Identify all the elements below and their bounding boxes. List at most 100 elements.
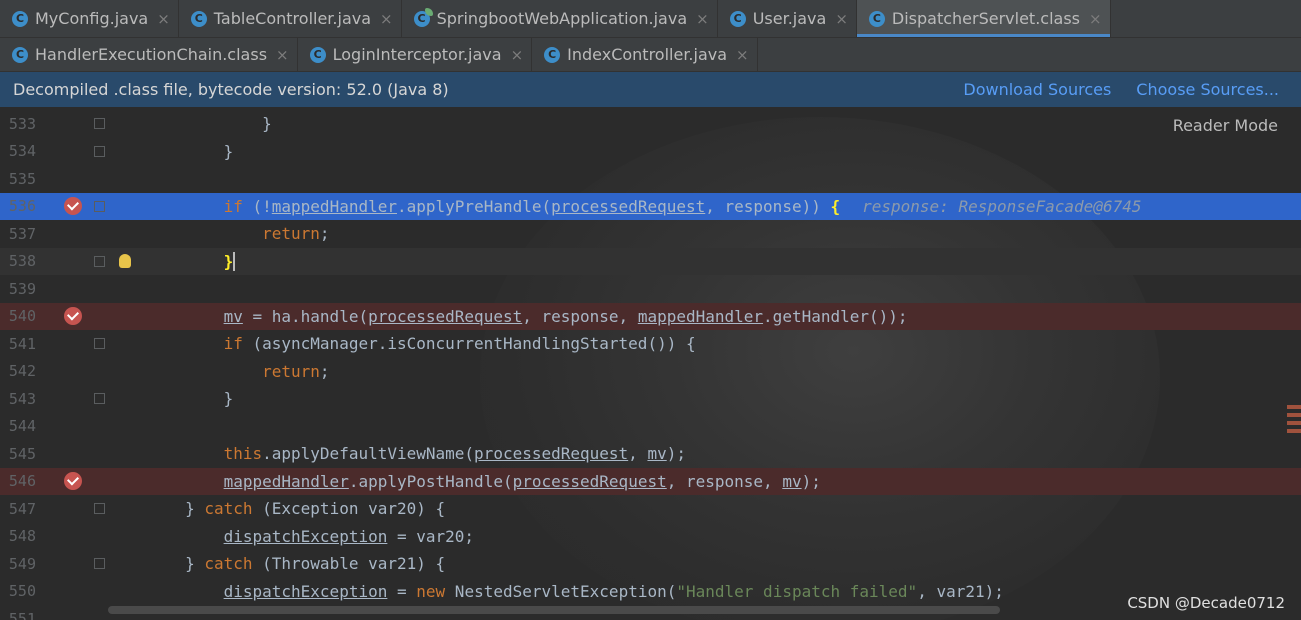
tab-dispatcherservlet[interactable]: C DispatcherServlet.class × [856, 0, 1111, 37]
line-number: 539 [8, 279, 36, 298]
code-text: return; [262, 224, 330, 244]
code-text: mv = ha.handle(processedRequest, respons… [223, 306, 908, 326]
scroll-marker[interactable] [1287, 405, 1301, 409]
close-icon[interactable]: × [380, 10, 393, 28]
fold-icon[interactable] [94, 200, 105, 212]
code-line: 550 dispatchException = new NestedServle… [0, 578, 1301, 606]
code-text: return; [262, 361, 330, 381]
fold-icon[interactable] [94, 255, 105, 267]
line-number: 551 [8, 609, 36, 620]
code-line-breakpoint: 546 mappedHandler.applyPostHandle(proces… [0, 467, 1301, 495]
code-text: } [108, 389, 234, 409]
class-icon: C [309, 46, 326, 63]
line-number: 543 [8, 389, 36, 408]
scroll-marker[interactable] [1287, 413, 1301, 417]
spring-class-icon: C [413, 7, 433, 27]
scroll-marker[interactable] [1287, 421, 1301, 425]
tab-logininterceptor[interactable]: C LoginInterceptor.java × [298, 38, 533, 71]
class-icon: C [12, 46, 28, 63]
code-text: dispatchException = var20; [223, 526, 475, 546]
tab-user[interactable]: C User.java × [718, 0, 857, 37]
code-line: 537 return; [0, 220, 1301, 248]
fold-icon[interactable] [94, 118, 105, 130]
close-icon[interactable]: × [511, 46, 524, 64]
tab-tablecontroller[interactable]: C TableController.java × [179, 0, 402, 37]
tab-label: TableController.java [213, 9, 372, 28]
tab-myconfig[interactable]: C MyConfig.java × [0, 0, 179, 37]
code-line: 539 [0, 275, 1301, 303]
line-number: 533 [8, 114, 36, 133]
line-number: 538 [8, 252, 36, 271]
breakpoint-icon[interactable] [64, 307, 82, 326]
line-number: 535 [8, 169, 36, 188]
reader-mode-toggle[interactable]: Reader Mode [1173, 116, 1278, 135]
code-line-current: 538 } [0, 247, 1301, 275]
code-line: 549 } catch (Throwable var21) { [0, 550, 1301, 578]
fold-icon[interactable] [94, 145, 105, 157]
code-text: } [108, 114, 272, 134]
tab-springbootwebapplication[interactable]: C SpringbootWebApplication.java × [402, 0, 718, 37]
code-text: } catch (Throwable var21) { [108, 554, 446, 574]
tab-label: MyConfig.java [35, 9, 149, 28]
code-editor[interactable]: 533 } 534 } 535 536 if (!mappedHandler.a… [0, 107, 1301, 620]
tab-handlerexecutionchain[interactable]: C HandlerExecutionChain.class × [0, 38, 298, 71]
close-icon[interactable]: × [696, 10, 709, 28]
code-line: 547 } catch (Exception var20) { [0, 495, 1301, 523]
fold-icon[interactable] [94, 503, 105, 515]
editor-tabs-row-2: C HandlerExecutionChain.class × C LoginI… [0, 38, 1301, 72]
line-number: 541 [8, 334, 36, 353]
line-number: 536 [8, 197, 36, 216]
download-sources-link[interactable]: Download Sources [963, 80, 1111, 99]
code-line-breakpoint: 540 mv = ha.handle(processedRequest, res… [0, 302, 1301, 330]
watermark: CSDN @Decade0712 [1127, 594, 1285, 612]
fold-icon[interactable] [94, 558, 105, 570]
class-icon: C [190, 10, 207, 27]
line-number: 548 [8, 527, 36, 546]
tab-label: User.java [752, 9, 827, 28]
line-number: 542 [8, 362, 36, 381]
close-icon[interactable]: × [736, 46, 749, 64]
tab-label: HandlerExecutionChain.class [35, 45, 268, 64]
class-icon: C [544, 46, 561, 63]
scroll-marker[interactable] [1287, 429, 1301, 433]
code-text: mappedHandler.applyPostHandle(processedR… [223, 471, 821, 491]
code-line: 543 } [0, 385, 1301, 413]
line-number: 537 [8, 224, 36, 243]
close-icon[interactable]: × [835, 10, 848, 28]
close-icon[interactable]: × [157, 10, 170, 28]
inline-debug-hint: response: ResponseFacade@6745 [862, 196, 1142, 216]
banner-text: Decompiled .class file, bytecode version… [13, 80, 449, 99]
fold-icon[interactable] [94, 338, 105, 350]
code-line: 533 } [0, 110, 1301, 138]
close-icon[interactable]: × [1089, 10, 1102, 28]
code-line: 541 if (asyncManager.isConcurrentHandlin… [0, 330, 1301, 358]
line-number: 546 [8, 472, 36, 491]
line-number: 549 [8, 554, 36, 573]
horizontal-scrollbar[interactable] [108, 606, 1000, 614]
code-line: 545 this.applyDefaultViewName(processedR… [0, 440, 1301, 468]
line-number: 550 [8, 582, 36, 601]
class-icon: C [12, 10, 28, 27]
tab-label: IndexController.java [567, 45, 728, 64]
line-number: 544 [8, 417, 36, 436]
breakpoint-icon[interactable] [64, 197, 82, 216]
tab-label: DispatcherServlet.class [891, 9, 1080, 28]
tab-label: SpringbootWebApplication.java [436, 9, 688, 28]
fold-icon[interactable] [94, 393, 105, 405]
code-text: if (!mappedHandler.applyPreHandle(proces… [223, 196, 1142, 216]
line-number: 540 [8, 307, 36, 326]
class-icon: C [729, 10, 746, 27]
tab-indexcontroller[interactable]: C IndexController.java × [532, 38, 758, 71]
code-line: 534 } [0, 138, 1301, 166]
choose-sources-link[interactable]: Choose Sources... [1136, 80, 1279, 99]
code-line: 542 return; [0, 358, 1301, 386]
breakpoint-icon[interactable] [64, 472, 82, 491]
decompiled-banner: Decompiled .class file, bytecode version… [0, 72, 1301, 107]
code-text: if (asyncManager.isConcurrentHandlingSta… [223, 334, 696, 354]
close-icon[interactable]: × [276, 46, 289, 64]
code-text: } [223, 251, 236, 271]
code-text: this.applyDefaultViewName(processedReque… [223, 444, 686, 464]
code-text: dispatchException = new NestedServletExc… [223, 581, 1004, 601]
tab-label: LoginInterceptor.java [332, 45, 502, 64]
code-line-execution-point: 536 if (!mappedHandler.applyPreHandle(pr… [0, 192, 1301, 220]
